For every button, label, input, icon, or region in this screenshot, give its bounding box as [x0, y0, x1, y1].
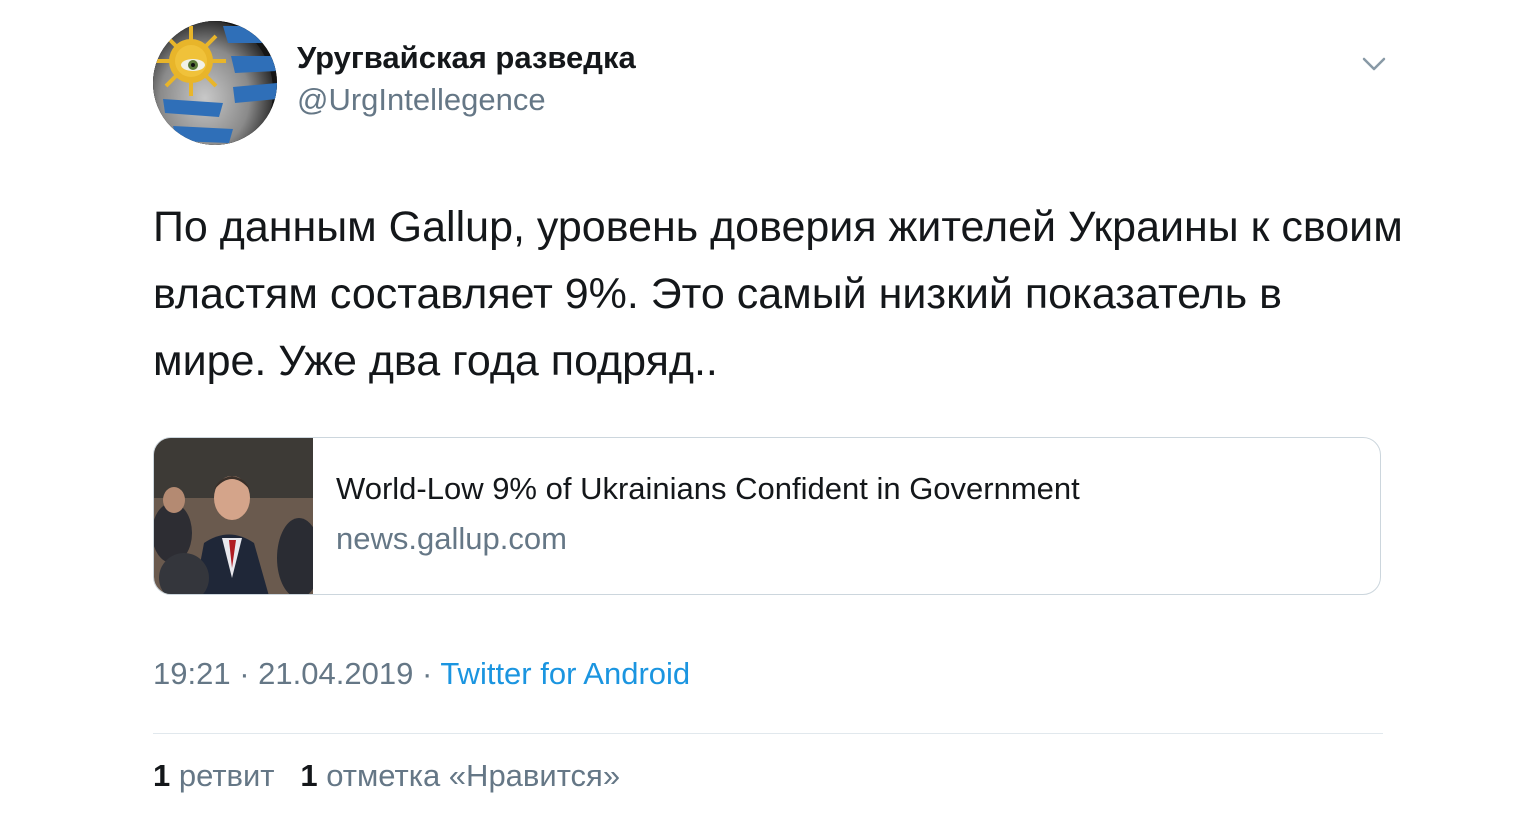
likes-stat[interactable]: 1 отметка «Нравится»	[300, 758, 620, 793]
card-domain: news.gallup.com	[336, 521, 567, 556]
card-thumbnail	[154, 438, 321, 594]
like-count: 1	[300, 758, 318, 793]
tweet-meta: 19:21 · 21.04.2019 · Twitter for Android	[153, 656, 690, 692]
author-handle[interactable]: @UrgIntellegence	[297, 82, 546, 118]
link-card[interactable]: World-Low 9% of Ukrainians Confident in …	[153, 437, 1381, 595]
retweets-stat[interactable]: 1 ретвит	[153, 758, 275, 793]
retweet-label: ретвит	[178, 758, 275, 793]
tweet-stats: 1 ретвит 1 отметка «Нравится»	[153, 758, 620, 794]
avatar[interactable]	[153, 21, 277, 145]
tweet-date[interactable]: 21.04.2019	[258, 656, 413, 691]
tweet-text: По данным Gallup, уровень доверия жителе…	[153, 203, 1403, 385]
divider	[153, 733, 1383, 734]
meta-separator: ·	[421, 656, 433, 691]
tweet-time[interactable]: 19:21	[153, 656, 231, 691]
card-title[interactable]: World-Low 9% of Ukrainians Confident in …	[336, 471, 1080, 507]
meta-separator: ·	[239, 656, 250, 691]
chevron-down-icon[interactable]	[1358, 50, 1390, 78]
avatar-image	[153, 21, 277, 145]
tweet-detail: Уругвайская разведка @UrgIntellegence По…	[0, 0, 1536, 820]
author-display-name[interactable]: Уругвайская разведка	[297, 40, 636, 76]
like-label: отметка «Нравится»	[326, 758, 621, 793]
tweet-source-link[interactable]: Twitter for Android	[440, 656, 690, 691]
retweet-count: 1	[153, 758, 171, 793]
